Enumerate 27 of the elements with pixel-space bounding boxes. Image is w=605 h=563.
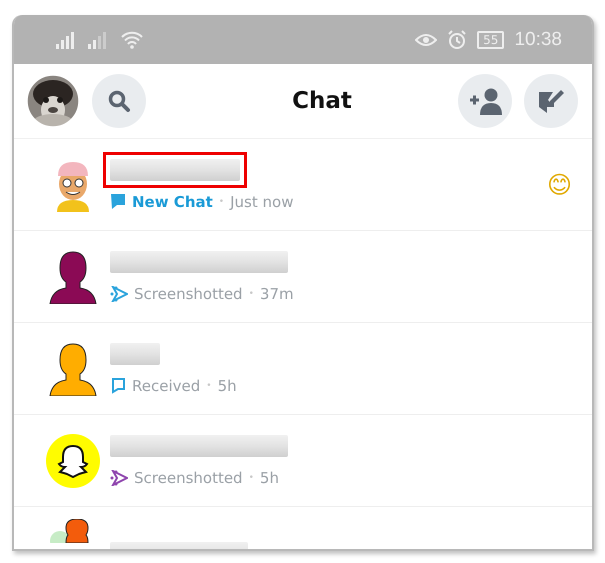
wifi-icon [120,30,144,48]
chat-row[interactable]: Screenshotted • 37m [14,231,592,323]
chat-row[interactable]: Received • 5h [14,323,592,415]
search-icon [107,89,131,113]
chat-time: Just now [230,192,294,210]
chat-time: 37m [260,284,294,302]
alarm-icon [447,30,468,50]
chat-time: 5h [260,468,279,486]
blurred-name [110,342,160,364]
separator-dot: • [248,288,254,298]
clock-time: 10:38 [514,28,562,50]
eye-icon [415,32,438,48]
friend-emoji: 😊 [546,170,572,198]
separator-dot: • [206,380,212,390]
battery-indicator: 55 [477,30,504,48]
chat-edit-icon [537,87,565,115]
separator-dot: • [248,472,254,482]
add-person-icon [468,87,502,115]
chat-status: Screenshotted [134,468,243,486]
chat-status: Screenshotted [134,284,243,302]
chat-row[interactable]: New Chat • Just now 😊 [14,139,592,231]
chat-time: 5h [218,376,237,394]
separator-dot: • [218,196,224,206]
chat-row[interactable]: Screenshotted • 5h [14,415,592,507]
chat-status: New Chat [132,192,213,210]
chat-status: Received [132,376,200,394]
screen-title: Chat [291,88,353,114]
